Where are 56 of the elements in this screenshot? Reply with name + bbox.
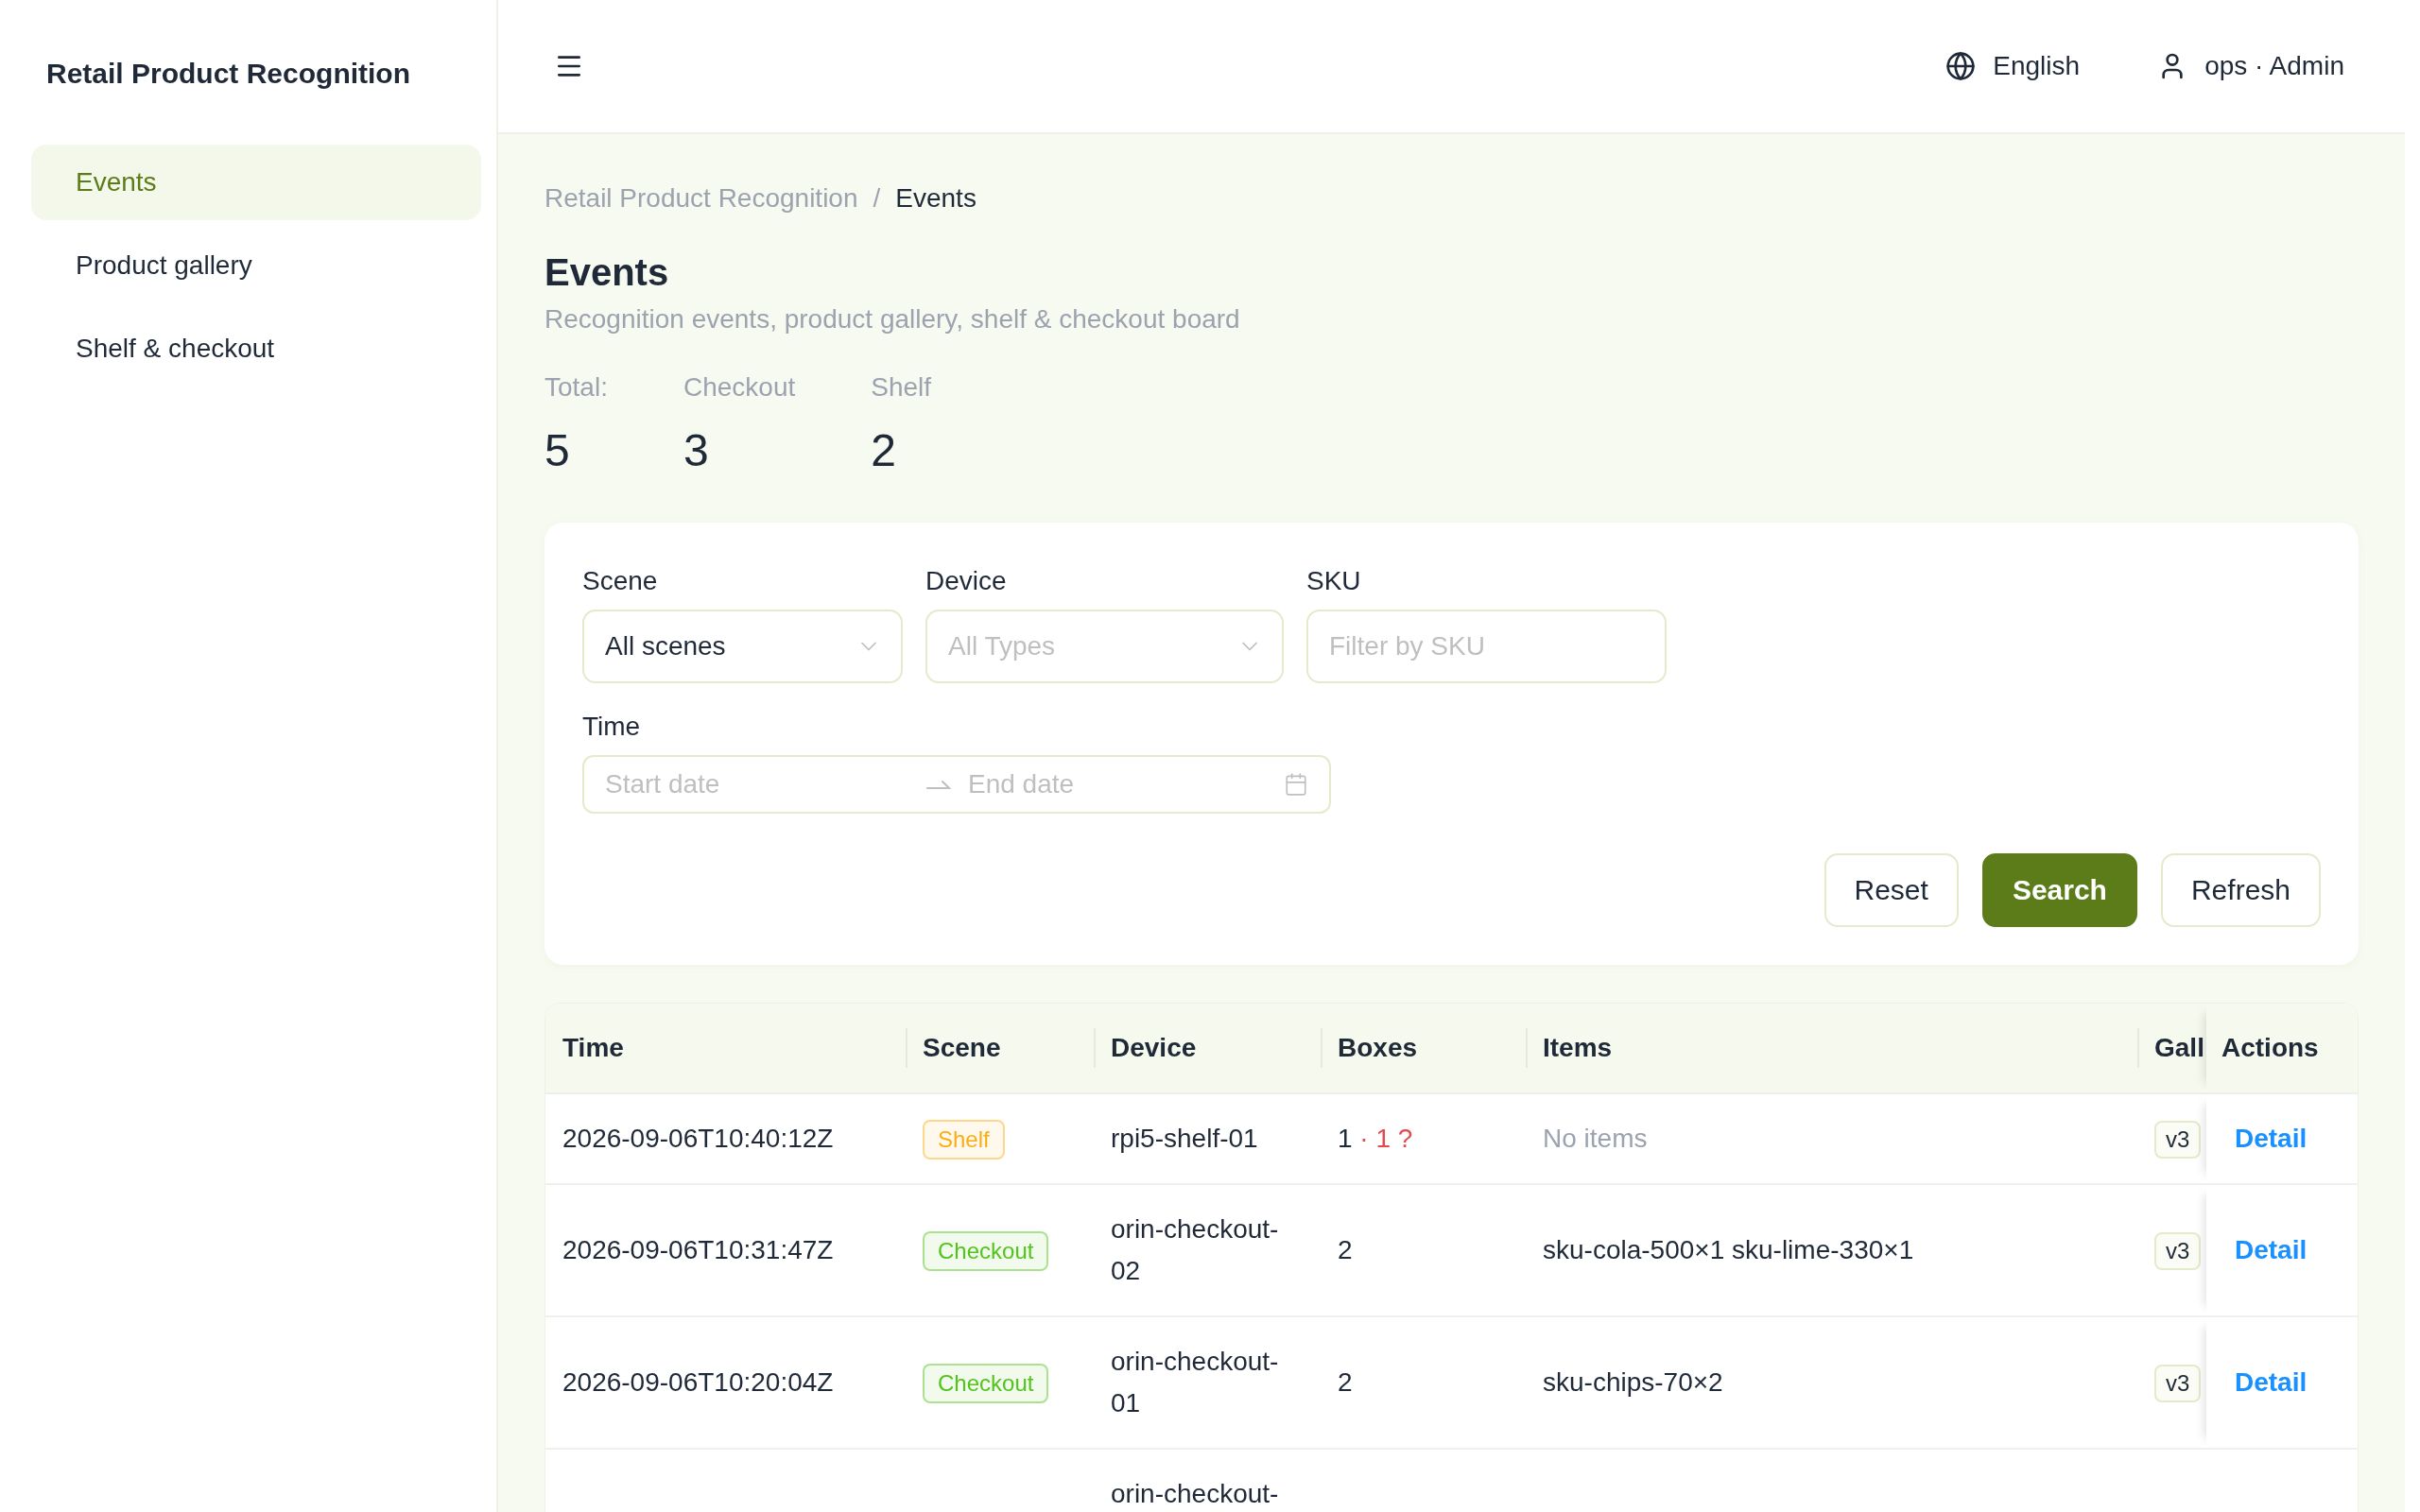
table-cell-text: 1 · 1 ? (1337, 1123, 1414, 1155)
table-cell-text: 2 (1337, 1366, 1354, 1399)
outline-button[interactable]: Refresh (2160, 853, 2321, 927)
stat-label: Checkout (683, 371, 796, 404)
language-button[interactable]: English (1945, 51, 2081, 81)
primary-button[interactable]: Search (1981, 853, 2137, 927)
table-cell-text: 2026-09-06T10:31:47Z (562, 1234, 835, 1266)
globe-icon (1945, 51, 1977, 81)
version-tag: v3 (2154, 1232, 2202, 1270)
start-date-input[interactable]: Start date (605, 764, 909, 805)
stat-label: Total: (544, 371, 608, 404)
table-cell-text: orin-checkout-01 (1110, 1346, 1280, 1419)
page-subtitle: Recognition events, product gallery, shelf & checkout board (544, 303, 1241, 335)
column-header: Boxes (1321, 1004, 1526, 1092)
version-tag: v3 (2154, 1121, 2202, 1159)
sidebar-item[interactable]: Shelf & checkout (31, 311, 481, 387)
column-header: Scene (906, 1004, 1094, 1092)
table-cell-text: 2026-09-06T10:40:12Z (562, 1123, 835, 1155)
field-label: Time (582, 711, 642, 743)
calendar-icon (1284, 772, 1308, 797)
sidebar-item[interactable]: Product gallery (31, 228, 481, 303)
table-cell-text: orin-checkout-02 (1110, 1213, 1280, 1287)
app-title: Retail Product Recognition (46, 57, 412, 91)
table-cell-text: sku-chips-70×2 (1542, 1366, 1724, 1399)
table-cell-text: No items (1542, 1123, 1649, 1155)
dropdown-select[interactable]: All scenes (582, 610, 903, 683)
outline-button[interactable]: Reset (1824, 853, 1959, 927)
column-header: Actions (2206, 1004, 2358, 1092)
scene-tag: Checkout (923, 1231, 1049, 1271)
field-label: Device (925, 565, 1008, 597)
page-title: Events (544, 250, 670, 295)
field-label: Scene (582, 565, 659, 597)
column-header: Device (1094, 1004, 1321, 1092)
stat-value: 5 (544, 424, 571, 477)
stat-value: 3 (683, 424, 710, 477)
column-header: Items (1526, 1004, 2137, 1092)
table-cell-text: orin-checkout- (1110, 1478, 1280, 1510)
table-cell-text: rpi5-shelf-01 (1110, 1123, 1259, 1155)
table-cell-text: 2026-09-06T10:20:04Z (562, 1366, 835, 1399)
scene-tag: Checkout (923, 1364, 1049, 1403)
breadcrumb-separator: / (873, 182, 881, 215)
column-header: Time (562, 1032, 625, 1064)
end-date-input[interactable]: End date (968, 764, 1284, 805)
user-menu[interactable]: ops · Admin (2157, 51, 2344, 81)
table-cell-text: 2 (1337, 1234, 1354, 1266)
column-header: Gall (2137, 1004, 2206, 1092)
version-tag: v3 (2154, 1365, 2202, 1402)
date-range-picker[interactable]: Start date End date (582, 755, 1331, 814)
table-cell-text: sku-cola-500×1 sku-lime-330×1 (1542, 1234, 1915, 1266)
stat-value: 2 (871, 424, 897, 477)
field-label: SKU (1306, 565, 1362, 597)
stat-label: Shelf (871, 371, 932, 404)
sidebar-item[interactable]: Events (31, 145, 481, 220)
text-input[interactable]: Filter by SKU (1306, 610, 1667, 683)
breadcrumb-current: Events (895, 182, 977, 215)
scene-tag: Shelf (923, 1120, 1005, 1160)
